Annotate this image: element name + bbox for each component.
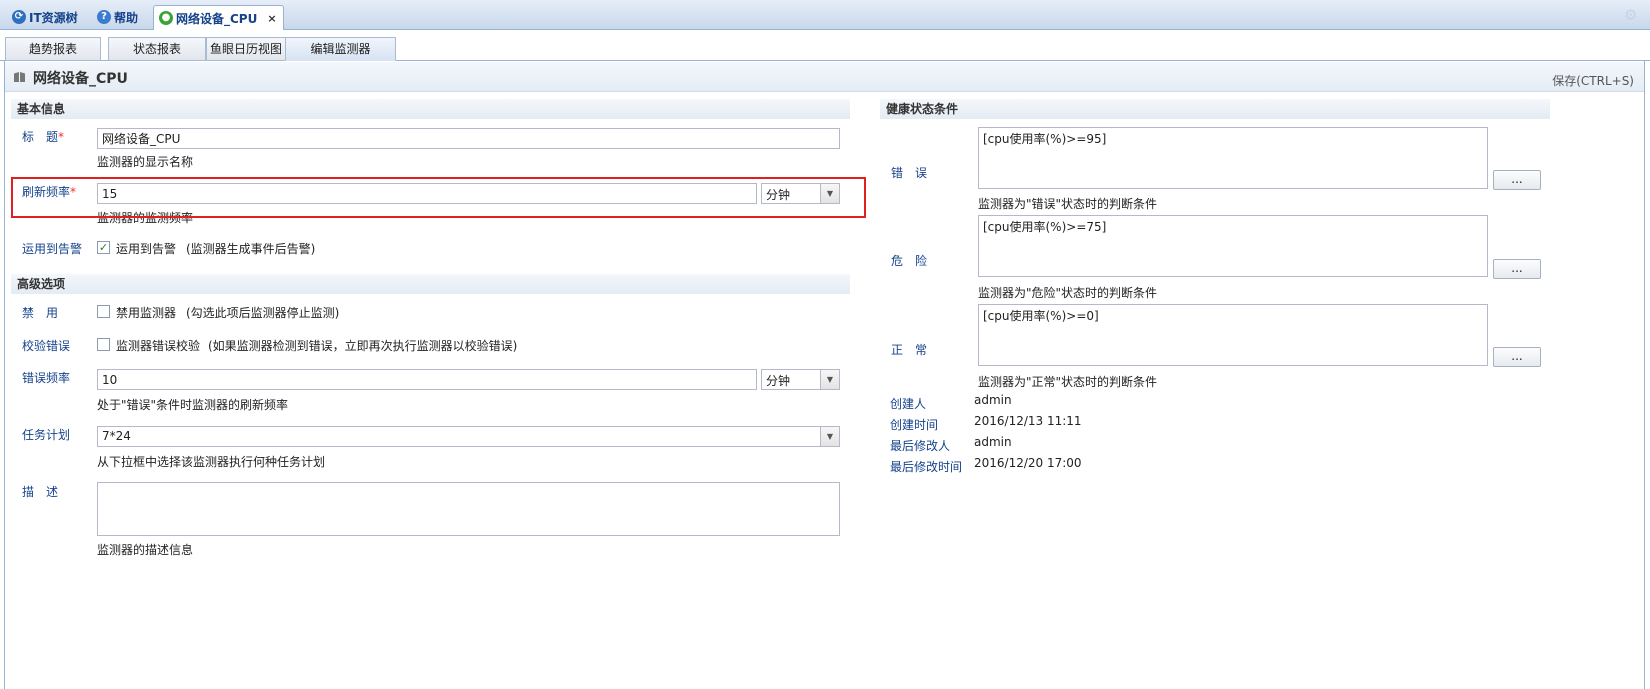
- section-health-conditions: 健康状态条件: [880, 99, 1550, 119]
- error-condition-textarea[interactable]: [cpu使用率(%)>=95]: [978, 127, 1488, 189]
- modified-time-value: 2016/12/20 17:00: [974, 456, 1082, 470]
- error-freq-label: 错误频率: [22, 371, 71, 385]
- verify-check-label: 监测器错误校验: [116, 339, 201, 353]
- gear-icon[interactable]: ⚙: [1624, 6, 1640, 24]
- tab-trend-report[interactable]: 趋势报表: [5, 37, 101, 61]
- tab-monitor-cpu[interactable]: ● 网络设备_CPU ×: [153, 5, 284, 30]
- close-icon[interactable]: ×: [267, 12, 276, 25]
- created-time-label: 创建时间: [890, 418, 939, 432]
- top-tab-bar: ⟳ IT资源树 ? 帮助 ● 网络设备_CPU × ⚙: [0, 0, 1650, 30]
- resource-tree-icon: ⟳: [12, 10, 26, 24]
- alarm-check-label: 运用到告警: [116, 242, 177, 256]
- save-button[interactable]: 保存(CTRL+S): [1552, 72, 1634, 89]
- sub-tab-bar: 趋势报表 状态报表 鱼眼日历视图 编辑监测器: [0, 31, 1650, 61]
- error-freq-unit-value: 分钟: [766, 374, 791, 388]
- frame-border-right: [1644, 61, 1645, 689]
- tab-help[interactable]: ? 帮助: [97, 6, 138, 28]
- description-textarea[interactable]: [97, 482, 840, 536]
- tab-fisheye-calendar[interactable]: 鱼眼日历视图: [206, 37, 286, 61]
- section-advanced: 高级选项: [11, 274, 850, 294]
- description-hint: 监测器的描述信息: [97, 543, 194, 557]
- highlight-box: [11, 177, 866, 218]
- modifier-value: admin: [974, 435, 1012, 449]
- monitor-green-icon: ●: [159, 11, 173, 25]
- schedule-select[interactable]: 7*24 ▼: [97, 426, 840, 447]
- tab-status-report[interactable]: 状态报表: [108, 37, 206, 61]
- alarm-note: (监测器生成事件后告警): [186, 242, 316, 256]
- description-label: 描 述: [22, 485, 59, 499]
- disable-label: 禁 用: [22, 306, 59, 320]
- verify-checkbox[interactable]: [97, 338, 110, 351]
- schedule-hint: 从下拉框中选择该监测器执行何种任务计划: [97, 455, 326, 469]
- created-time-value: 2016/12/13 11:11: [974, 414, 1082, 428]
- schedule-label: 任务计划: [22, 428, 71, 442]
- chevron-down-icon[interactable]: ▼: [820, 370, 839, 389]
- normal-condition-textarea[interactable]: [cpu使用率(%)>=0]: [978, 304, 1488, 366]
- tab-it-resource-tree[interactable]: ⟳ IT资源树: [12, 6, 78, 28]
- modifier-label: 最后修改人: [890, 439, 951, 453]
- warning-condition-textarea[interactable]: [cpu使用率(%)>=75]: [978, 215, 1488, 277]
- error-freq-hint: 处于"错误"条件时监测器的刷新频率: [97, 398, 289, 412]
- chevron-down-icon[interactable]: ▼: [820, 427, 839, 446]
- tab-label: 网络设备_CPU: [176, 11, 258, 26]
- frame-border-left: [4, 61, 5, 689]
- tab-edit-monitor[interactable]: 编辑监测器: [285, 37, 396, 61]
- warning-condition-hint: 监测器为"危险"状态时的判断条件: [978, 286, 1158, 300]
- title-input[interactable]: [97, 128, 840, 149]
- title-hint: 监测器的显示名称: [97, 155, 194, 169]
- tab-label: IT资源树: [29, 10, 78, 25]
- error-freq-input[interactable]: [97, 369, 757, 390]
- disable-checkbox[interactable]: [97, 305, 110, 318]
- warning-condition-label: 危 险: [891, 254, 928, 268]
- schedule-value: 7*24: [102, 429, 131, 443]
- verify-label: 校验错误: [22, 339, 71, 353]
- alarm-checkbox[interactable]: ✓: [97, 241, 110, 254]
- normal-condition-label: 正 常: [891, 343, 928, 357]
- error-freq-unit-select[interactable]: 分钟 ▼: [761, 369, 840, 390]
- error-condition-label: 错 误: [891, 166, 928, 180]
- error-condition-edit-button[interactable]: ...: [1493, 170, 1541, 190]
- disable-note: (勾选此项后监测器停止监测): [186, 306, 340, 320]
- alarm-label: 运用到告警: [22, 242, 83, 256]
- modified-time-label: 最后修改时间: [890, 460, 963, 474]
- panel-title-bar: 网络设备_CPU 保存(CTRL+S): [5, 62, 1644, 92]
- title-label: 标 题*: [22, 130, 65, 144]
- normal-condition-edit-button[interactable]: ...: [1493, 347, 1541, 367]
- page-title: 网络设备_CPU: [33, 71, 128, 87]
- creator-label: 创建人: [890, 397, 927, 411]
- creator-value: admin: [974, 393, 1012, 407]
- normal-condition-hint: 监测器为"正常"状态时的判断条件: [978, 375, 1158, 389]
- tab-label: 帮助: [114, 10, 139, 25]
- error-condition-hint: 监测器为"错误"状态时的判断条件: [978, 197, 1158, 211]
- book-icon: [14, 72, 25, 82]
- help-icon: ?: [97, 10, 111, 24]
- disable-check-label: 禁用监测器: [116, 306, 177, 320]
- section-basic-info: 基本信息: [11, 99, 850, 119]
- warning-condition-edit-button[interactable]: ...: [1493, 259, 1541, 279]
- verify-note: (如果监测器检测到错误，立即再次执行监测器以校验错误): [208, 339, 518, 353]
